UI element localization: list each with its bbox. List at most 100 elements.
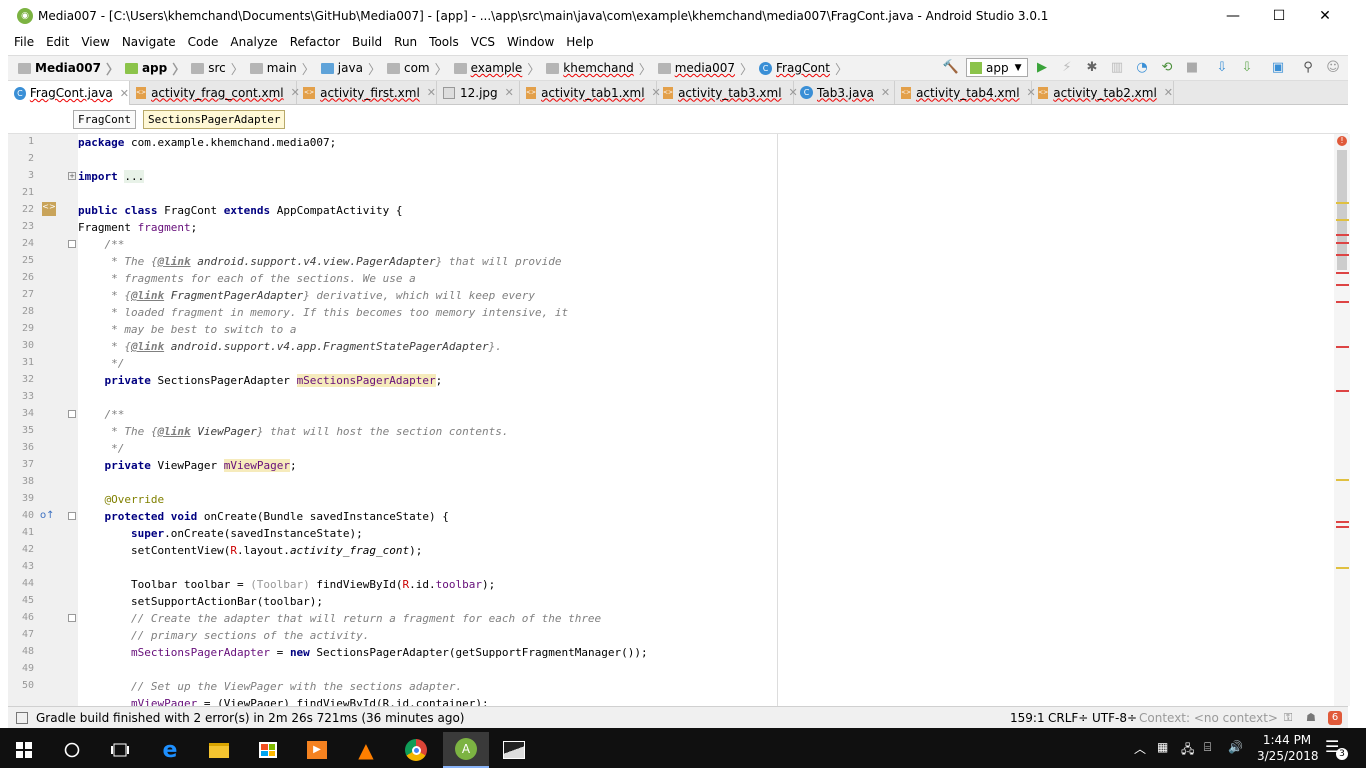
menu-file[interactable]: File: [8, 35, 40, 49]
warning-marker[interactable]: [1336, 567, 1349, 569]
project-structure-icon[interactable]: ▣: [1270, 59, 1286, 75]
minimize-button[interactable]: —: [1210, 0, 1256, 31]
tab-activity-tab2-xml[interactable]: <> activity_tab2.xml ✕: [1032, 81, 1174, 104]
vlc-icon[interactable]: ▲: [346, 732, 386, 768]
breadcrumb-com[interactable]: com 〉: [386, 59, 448, 78]
apply-changes-icon[interactable]: ⚡: [1059, 59, 1075, 75]
run-configuration-select[interactable]: app ▼: [966, 58, 1028, 77]
menu-window[interactable]: Window: [501, 35, 560, 49]
maximize-button[interactable]: ☐: [1256, 0, 1302, 31]
breadcrumb-class[interactable]: C FragCont 〉: [759, 59, 848, 78]
chrome-icon[interactable]: [396, 732, 436, 768]
tab-12-jpg[interactable]: 12.jpg ✕: [437, 81, 520, 104]
error-marker[interactable]: [1336, 272, 1349, 274]
status-message[interactable]: Gradle build finished with 2 error(s) in…: [36, 711, 464, 725]
crumb-fragcont[interactable]: FragCont: [73, 110, 136, 129]
network-icon[interactable]: 🖧: [1181, 740, 1194, 761]
breadcrumb-khemchand[interactable]: khemchand 〉: [546, 59, 652, 78]
fold-collapse-icon[interactable]: [68, 512, 76, 520]
clock[interactable]: 1:44 PM 3/25/2018: [1257, 732, 1319, 764]
close-tab-icon[interactable]: ✕: [505, 86, 514, 99]
scroll-thumb[interactable]: [1337, 150, 1347, 270]
override-method-icon[interactable]: o↑: [40, 510, 55, 522]
folded-imports[interactable]: ...: [124, 170, 145, 183]
layout-file-icon[interactable]: <>: [42, 202, 56, 216]
user-icon[interactable]: ☺: [1325, 59, 1341, 75]
code-editor[interactable]: package com.example.khemchand.media007; …: [78, 134, 778, 706]
error-stripe[interactable]: !: [1334, 134, 1350, 706]
profile-icon[interactable]: ▥: [1109, 59, 1125, 75]
edge-icon[interactable]: e: [150, 732, 190, 768]
tab-activity-tab1-xml[interactable]: <> activity_tab1.xml ✕: [520, 81, 661, 104]
menu-refactor[interactable]: Refactor: [284, 35, 346, 49]
sdk-manager-icon[interactable]: ⇩: [1239, 59, 1255, 75]
fold-collapse-icon[interactable]: [68, 614, 76, 622]
tab-activity-first-xml[interactable]: <> activity_first.xml ✕: [297, 81, 437, 104]
debug-icon[interactable]: ✱: [1084, 59, 1100, 75]
breadcrumb-module[interactable]: app 〉: [124, 59, 185, 78]
cursor-position[interactable]: 159:1: [1010, 711, 1045, 725]
error-marker[interactable]: [1336, 346, 1349, 348]
context-indicator[interactable]: Context: <no context>: [1139, 711, 1278, 725]
attach-debugger-icon[interactable]: ◔: [1134, 59, 1150, 75]
breadcrumb-src[interactable]: src 〉: [191, 59, 244, 78]
search-icon[interactable]: ⚲: [1300, 59, 1316, 75]
error-marker[interactable]: [1336, 234, 1349, 236]
photos-icon[interactable]: [494, 732, 534, 768]
close-button[interactable]: ✕: [1302, 0, 1348, 31]
breadcrumb-media007[interactable]: media007 〉: [657, 59, 753, 78]
tab-activity-tab3-xml[interactable]: <> activity_tab3.xml ✕: [657, 81, 798, 104]
stop-icon[interactable]: ■: [1184, 59, 1200, 75]
media-player-icon[interactable]: ▶: [297, 732, 337, 768]
search-button[interactable]: [52, 732, 92, 768]
menu-vcs[interactable]: VCS: [465, 35, 501, 49]
warning-marker[interactable]: [1336, 202, 1349, 204]
error-marker[interactable]: [1336, 521, 1349, 523]
battery-icon[interactable]: ⌸: [1204, 740, 1211, 755]
run-icon[interactable]: ▶: [1034, 59, 1050, 75]
line-separator[interactable]: CRLF÷: [1048, 711, 1088, 725]
android-studio-taskbar-icon[interactable]: A: [443, 732, 489, 768]
tab-fragcont-java[interactable]: C FragCont.java ✕: [8, 81, 130, 105]
tab-tab3-java[interactable]: C Tab3.java ✕: [794, 81, 895, 104]
menu-navigate[interactable]: Navigate: [116, 35, 182, 49]
file-explorer-icon[interactable]: [199, 732, 239, 768]
error-marker[interactable]: [1336, 526, 1349, 528]
error-marker[interactable]: [1336, 284, 1349, 286]
error-marker[interactable]: [1336, 390, 1349, 392]
tab-activity-tab4-xml[interactable]: <> activity_tab4.xml ✕: [895, 81, 1036, 104]
tool-window-toggle-icon[interactable]: [16, 711, 28, 724]
close-tab-icon[interactable]: ✕: [881, 86, 890, 99]
menu-help[interactable]: Help: [560, 35, 599, 49]
menu-edit[interactable]: Edit: [40, 35, 75, 49]
windows-defender-icon[interactable]: ▦: [1157, 740, 1168, 754]
error-marker[interactable]: [1336, 254, 1349, 256]
fold-collapse-icon[interactable]: [68, 240, 76, 248]
error-indicator-icon[interactable]: !: [1337, 136, 1347, 146]
breadcrumb-example[interactable]: example 〉: [453, 59, 540, 78]
warning-marker[interactable]: [1336, 219, 1349, 221]
lock-icon[interactable]: ⚿: [1284, 711, 1292, 725]
inspector-icon[interactable]: ☗: [1306, 711, 1316, 724]
close-tab-icon[interactable]: ✕: [427, 86, 436, 99]
breadcrumb-project[interactable]: Media007 〉: [18, 59, 119, 78]
task-view-button[interactable]: [100, 732, 140, 768]
menu-tools[interactable]: Tools: [423, 35, 465, 49]
make-project-icon[interactable]: 🔨: [943, 59, 959, 75]
menu-view[interactable]: View: [75, 35, 115, 49]
fold-collapse-icon[interactable]: [68, 410, 76, 418]
start-button[interactable]: [4, 732, 44, 768]
close-tab-icon[interactable]: ✕: [120, 87, 129, 100]
menu-code[interactable]: Code: [182, 35, 225, 49]
rerun-icon[interactable]: ⟲: [1159, 59, 1175, 75]
menu-build[interactable]: Build: [346, 35, 388, 49]
menu-run[interactable]: Run: [388, 35, 423, 49]
file-encoding[interactable]: UTF-8÷: [1092, 711, 1137, 725]
breadcrumb-java[interactable]: java 〉: [320, 59, 381, 78]
store-icon[interactable]: [248, 732, 288, 768]
crumb-sectionspageradapter[interactable]: SectionsPagerAdapter: [143, 110, 286, 129]
volume-icon[interactable]: 🔊: [1228, 740, 1243, 754]
sync-gradle-icon[interactable]: ⇩: [1214, 59, 1230, 75]
chevron-up-icon[interactable]: ︿: [1134, 740, 1146, 757]
warning-marker[interactable]: [1336, 479, 1349, 481]
